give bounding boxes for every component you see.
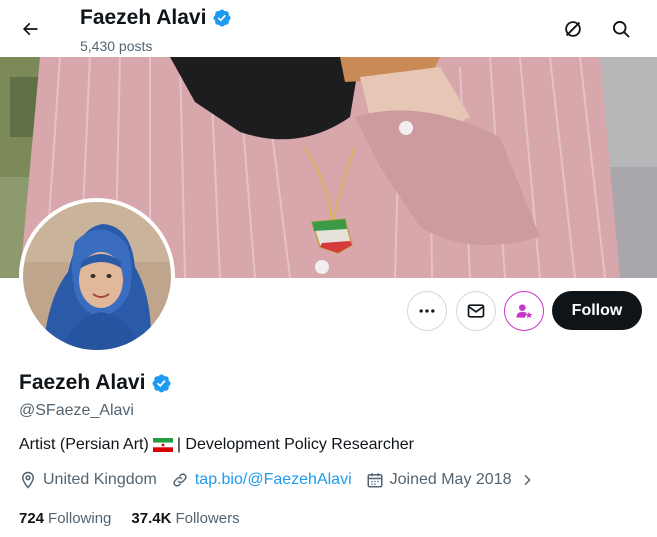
profile-bio: Artist (Persian Art) | Development Polic… bbox=[19, 436, 414, 454]
top-bar: Faezeh Alavi 5,430 posts bbox=[0, 0, 657, 57]
location-text: United Kingdom bbox=[43, 471, 157, 488]
header-name: Faezeh Alavi bbox=[80, 6, 232, 30]
profile-meta: United Kingdom tap.bio/@FaezehAlavi Join… bbox=[19, 471, 549, 489]
followers-link[interactable]: 37.4K Followers bbox=[131, 510, 239, 527]
subscribe-icon bbox=[516, 304, 533, 318]
following-label: Following bbox=[48, 510, 112, 527]
website-link[interactable]: tap.bio/@FaezehAlavi bbox=[195, 471, 352, 489]
profile-name-text: Faezeh Alavi bbox=[19, 371, 146, 394]
avatar[interactable] bbox=[19, 198, 175, 354]
chevron-right-icon[interactable] bbox=[519, 472, 535, 488]
more-icon bbox=[419, 309, 435, 313]
bio-text-end: | Development Policy Researcher bbox=[176, 436, 414, 453]
iran-flag-icon bbox=[152, 438, 173, 452]
bio-text-start: Artist (Persian Art) bbox=[19, 436, 149, 453]
location: United Kingdom bbox=[19, 471, 157, 489]
search-button[interactable] bbox=[605, 13, 637, 45]
verified-badge-icon[interactable] bbox=[151, 373, 172, 394]
profile-name: Faezeh Alavi bbox=[19, 371, 172, 395]
header-name-text: Faezeh Alavi bbox=[80, 6, 207, 29]
follow-counts: 724 Following 37.4K Followers bbox=[19, 510, 240, 527]
following-link[interactable]: 724 Following bbox=[19, 510, 111, 527]
following-count: 724 bbox=[19, 510, 45, 527]
website: tap.bio/@FaezehAlavi bbox=[171, 471, 352, 489]
calendar-icon bbox=[367, 473, 383, 488]
search-icon bbox=[613, 21, 630, 38]
mail-icon bbox=[467, 304, 485, 318]
location-icon bbox=[21, 471, 35, 489]
followers-label: Followers bbox=[175, 510, 240, 527]
join-date: Joined May 2018 bbox=[366, 471, 536, 489]
join-date-text: Joined May 2018 bbox=[389, 471, 512, 488]
follow-button[interactable]: Follow bbox=[552, 291, 642, 330]
grok-button[interactable] bbox=[557, 13, 589, 45]
verified-badge-icon bbox=[213, 9, 231, 27]
profile-handle: @SFaeze_Alavi bbox=[19, 402, 134, 419]
back-arrow-icon bbox=[22, 22, 38, 36]
followers-count: 37.4K bbox=[131, 510, 172, 527]
message-button[interactable] bbox=[456, 291, 496, 331]
grok-icon bbox=[565, 21, 581, 37]
subscribe-button[interactable] bbox=[504, 291, 544, 331]
avatar-image bbox=[23, 202, 171, 350]
more-button[interactable] bbox=[407, 291, 447, 331]
back-button[interactable] bbox=[14, 13, 46, 45]
post-count: 5,430 posts bbox=[80, 38, 153, 54]
link-icon bbox=[173, 473, 187, 487]
